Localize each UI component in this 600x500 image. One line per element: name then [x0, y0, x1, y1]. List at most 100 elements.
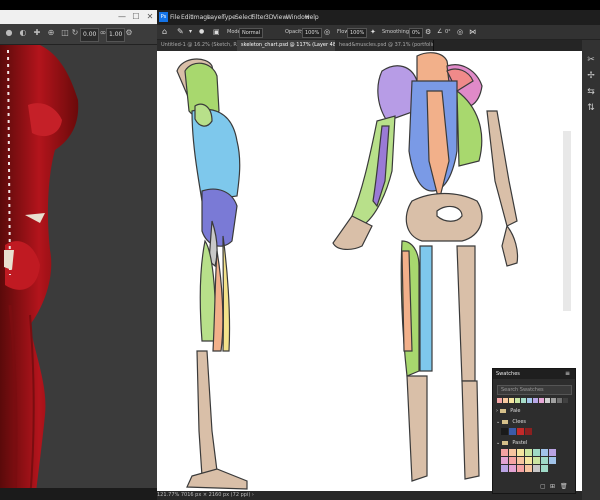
- new-swatch-icon[interactable]: ⊞: [550, 483, 555, 490]
- color-swatch[interactable]: [533, 449, 540, 456]
- menu-bar: Ps File Edit Image Layer Type Select Fil…: [157, 10, 600, 25]
- properties-icon[interactable]: ⇅: [585, 102, 597, 114]
- clone-source-icon[interactable]: ✢: [585, 70, 597, 82]
- color-swatch[interactable]: [509, 428, 516, 435]
- brush-tool-icon[interactable]: ✎: [177, 27, 184, 37]
- color-swatch[interactable]: [517, 449, 524, 456]
- color-swatch[interactable]: [521, 398, 526, 403]
- brush-size-icon[interactable]: ●: [199, 27, 204, 37]
- smoothing-options-gear-icon[interactable]: ⚙: [425, 27, 431, 37]
- chevron-right-icon[interactable]: ›: [496, 408, 498, 414]
- home-icon[interactable]: ⌂: [162, 27, 167, 37]
- color-swatch[interactable]: [509, 457, 516, 464]
- color-swatch[interactable]: [539, 398, 544, 403]
- color-swatch[interactable]: [527, 398, 532, 403]
- move-icon[interactable]: ⊕: [46, 28, 56, 38]
- maximize-icon[interactable]: ☐: [129, 10, 143, 24]
- brush-settings-icon[interactable]: ▣: [213, 27, 220, 37]
- color-swatch[interactable]: [497, 398, 502, 403]
- settings-icon[interactable]: ⚙: [124, 28, 134, 38]
- right-panel-dock: ✂ ✢ ⇆ ⇅: [582, 40, 600, 500]
- clees-swatches-row: [501, 428, 571, 436]
- rotate-icon[interactable]: ↻: [70, 28, 80, 38]
- color-swatch[interactable]: [503, 398, 508, 403]
- draw-icon[interactable]: ◐: [18, 28, 28, 38]
- flow-field[interactable]: 100%: [347, 28, 368, 38]
- swatches-panel[interactable]: Swatches ≡ Search Swatches › Pale ⌄ Clee…: [492, 368, 576, 494]
- color-swatch[interactable]: [501, 465, 508, 472]
- airbrush-icon[interactable]: ✦: [370, 27, 376, 37]
- color-swatch[interactable]: [517, 428, 524, 435]
- pressure-size-icon[interactable]: ◎: [457, 27, 463, 37]
- value-field-1[interactable]: 0.00: [80, 28, 100, 42]
- angle-value[interactable]: 0°: [445, 25, 451, 39]
- color-swatch[interactable]: [525, 449, 532, 456]
- 3d-viewport[interactable]: [0, 45, 157, 500]
- swatch-search-input[interactable]: Search Swatches: [497, 385, 572, 395]
- swatch-group-clees[interactable]: ⌄ Clees: [496, 417, 572, 427]
- brush-preset-dropdown-icon[interactable]: ▾: [189, 27, 192, 37]
- menu-type[interactable]: Type: [222, 10, 236, 25]
- top-black-strip: [0, 0, 157, 10]
- swatches-panel-header[interactable]: Swatches ≡: [493, 369, 575, 379]
- left-title-bar: — ☐ ✕: [0, 10, 157, 24]
- sculpt-app-window: — ☐ ✕ ● ◐ ✚ ⊕ ◫ ↻ 0.00 ∞ 1.00 ⚙: [0, 0, 157, 500]
- canvas-scrollbar[interactable]: [563, 131, 571, 311]
- color-swatch[interactable]: [557, 398, 562, 403]
- color-swatch[interactable]: [541, 449, 548, 456]
- brush-settings-panel-icon[interactable]: ✂: [585, 54, 597, 66]
- trash-icon[interactable]: 🗑: [560, 483, 568, 490]
- color-swatch[interactable]: [501, 449, 508, 456]
- brush-icon[interactable]: ●: [4, 28, 14, 38]
- color-swatch[interactable]: [501, 428, 508, 435]
- swatch-group-pale[interactable]: › Pale: [496, 406, 572, 416]
- menu-file[interactable]: File: [170, 10, 180, 25]
- color-swatch[interactable]: [517, 457, 524, 464]
- tab-skeleton-chart[interactable]: skeleton_chart.psd @ 117% (Layer 48, RGB…: [237, 40, 336, 51]
- color-swatch[interactable]: [501, 457, 508, 464]
- new-group-icon[interactable]: ▢: [540, 483, 546, 490]
- symmetry-icon[interactable]: ⋈: [469, 27, 476, 37]
- tab-untitled-1[interactable]: Untitled-1 @ 16.2% (Sketch, RGB/8) ×: [157, 40, 238, 51]
- swatch-group-pastel[interactable]: ⌄ Pastel: [496, 438, 572, 448]
- color-swatch[interactable]: [533, 465, 540, 472]
- color-swatch[interactable]: [563, 398, 568, 403]
- color-swatch[interactable]: [509, 398, 514, 403]
- color-swatch[interactable]: [515, 398, 520, 403]
- minimize-icon[interactable]: —: [115, 10, 129, 24]
- color-swatch[interactable]: [533, 457, 540, 464]
- adjustments-icon[interactable]: ⇆: [585, 86, 597, 98]
- close-icon[interactable]: ✕: [143, 10, 157, 24]
- smoothing-field[interactable]: 0%: [409, 28, 423, 38]
- menu-edit[interactable]: Edit: [181, 10, 193, 25]
- menu-help[interactable]: Help: [305, 10, 319, 25]
- color-swatch[interactable]: [525, 428, 532, 435]
- opacity-field[interactable]: 100%: [302, 28, 323, 38]
- panel-menu-icon[interactable]: ≡: [565, 369, 570, 379]
- color-swatch[interactable]: [509, 449, 516, 456]
- photoshop-logo-icon: Ps: [159, 12, 168, 22]
- color-swatch[interactable]: [551, 398, 556, 403]
- chevron-down-icon[interactable]: ⌄: [496, 419, 500, 425]
- menu-filter[interactable]: Filter: [251, 10, 266, 25]
- color-swatch[interactable]: [509, 465, 516, 472]
- color-swatch[interactable]: [517, 465, 524, 472]
- color-swatch[interactable]: [549, 449, 556, 456]
- color-swatch[interactable]: [533, 398, 538, 403]
- left-toolbar: ● ◐ ✚ ⊕ ◫ ↻ 0.00 ∞ 1.00 ⚙: [0, 24, 157, 45]
- color-swatch[interactable]: [541, 457, 548, 464]
- gizmo-icon[interactable]: ✚: [32, 28, 42, 38]
- angle-icon[interactable]: ∠: [437, 27, 442, 37]
- tab-head-muscles[interactable]: head&muscles.psd @ 37.1% (portfolio, RGB…: [335, 40, 434, 51]
- color-swatch[interactable]: [541, 465, 548, 472]
- color-swatch[interactable]: [549, 457, 556, 464]
- chevron-down-icon[interactable]: ⌄: [496, 440, 500, 446]
- color-swatch[interactable]: [545, 398, 550, 403]
- folder-icon: [499, 408, 506, 413]
- pressure-opacity-icon[interactable]: ◎: [324, 27, 330, 37]
- color-swatch[interactable]: [525, 457, 532, 464]
- mode-select[interactable]: Normal: [239, 28, 264, 38]
- value-field-2[interactable]: 1.00: [106, 28, 126, 42]
- color-swatch[interactable]: [525, 465, 532, 472]
- scale-icon[interactable]: ◫: [60, 28, 70, 38]
